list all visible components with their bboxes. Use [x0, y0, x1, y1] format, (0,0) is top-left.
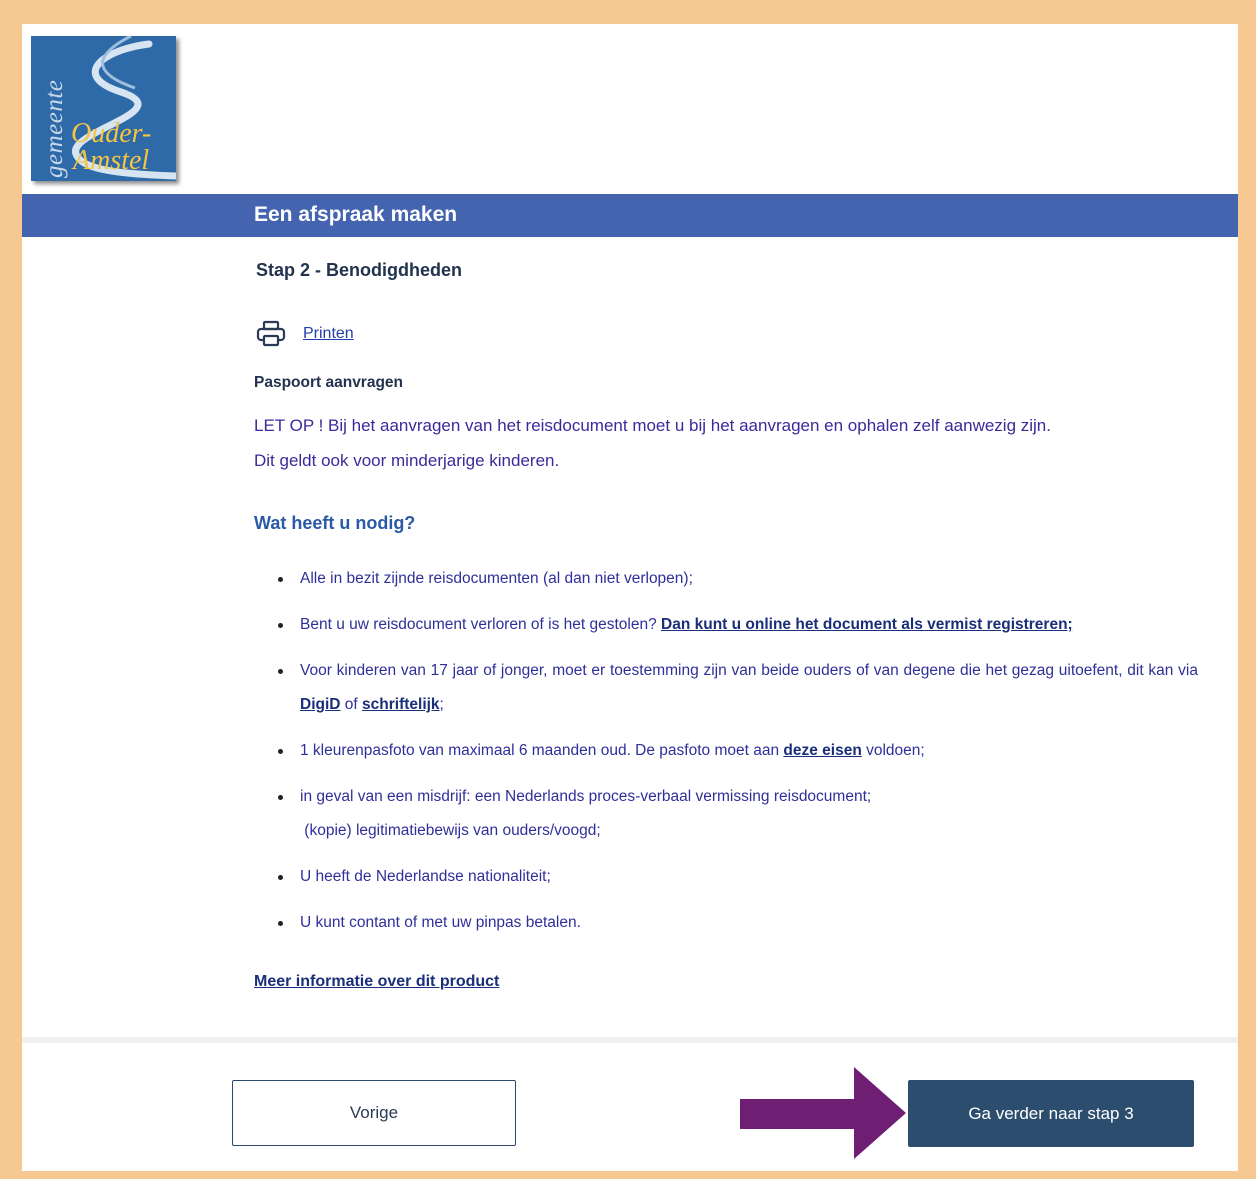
bullet-icon	[278, 875, 283, 880]
list-item-label: Voor kinderen van 17 jaar of jonger, moe…	[300, 662, 1198, 679]
more-info-link[interactable]: Meer informatie over dit product	[254, 973, 499, 991]
list-item-label: of	[340, 696, 363, 713]
municipality-logo[interactable]: gemeente Ouder- Amstel	[31, 36, 176, 181]
header-bar: Een afspraak maken	[22, 194, 1238, 237]
digid-link[interactable]: DigiD	[300, 696, 340, 713]
product-name: Paspoort aanvragen	[254, 374, 404, 391]
report-missing-link[interactable]: Dan kunt u online het document als vermi…	[661, 616, 1073, 633]
list-item: U heeft de Nederlandse nationaliteit;	[278, 860, 1198, 894]
list-item: U kunt contant of met uw pinpas betalen.	[278, 906, 1198, 940]
list-item-text: in geval van een misdrijf: een Nederland…	[300, 788, 872, 805]
page: gemeente Ouder- Amstel Een afspraak make…	[22, 24, 1238, 1171]
bullet-icon	[278, 623, 283, 628]
list-item: Alle in bezit zijnde reisdocumenten (al …	[278, 562, 1198, 596]
annotation-arrow-icon	[740, 1067, 906, 1159]
step-title: Stap 2 - Benodigdheden	[256, 260, 463, 280]
list-item-text: U kunt contant of met uw pinpas betalen.	[300, 914, 581, 931]
bullet-icon	[278, 669, 283, 674]
list-item: Bent u uw reisdocument verloren of is he…	[278, 608, 1198, 642]
logo-name-line2: Amstel	[73, 145, 150, 176]
list-item-label: Bent u uw reisdocument verloren of is he…	[300, 616, 662, 633]
bullet-icon	[278, 921, 283, 926]
list-item-text: 1 kleurenpasfoto van maximaal 6 maanden …	[278, 734, 1198, 768]
notice-line1: LET OP ! Bij het aanvragen van het reisd…	[254, 416, 1051, 435]
logo-word-gemeente: gemeente	[41, 79, 68, 178]
list-item-text: U heeft de Nederlandse nationaliteit;	[300, 868, 551, 885]
divider	[22, 1037, 1238, 1043]
print-link[interactable]: Printen	[303, 325, 354, 343]
written-consent-link[interactable]: schriftelijk	[362, 696, 440, 713]
logo-name-line1: Ouder-	[71, 118, 152, 149]
list-item-text: Voor kinderen van 17 jaar of jonger, moe…	[278, 654, 1198, 722]
list-item: Voor kinderen van 17 jaar of jonger, moe…	[278, 654, 1198, 722]
previous-button[interactable]: Vorige	[232, 1080, 516, 1146]
list-item-text: Bent u uw reisdocument verloren of is he…	[278, 608, 1198, 642]
photo-requirements-link[interactable]: deze eisen	[783, 742, 861, 759]
requirements-heading: Wat heeft u nodig?	[254, 513, 416, 533]
list-item-label: voldoen;	[861, 742, 925, 759]
page-title: Een afspraak maken	[254, 203, 458, 226]
logo-name: Ouder- Amstel	[71, 118, 152, 176]
list-item: in geval van een misdrijf: een Nederland…	[278, 780, 1198, 848]
next-step-button[interactable]: Ga verder naar stap 3	[908, 1080, 1194, 1147]
bullet-icon	[278, 749, 283, 754]
bullet-icon	[278, 795, 283, 800]
printer-icon[interactable]	[256, 320, 286, 348]
list-item-text: Alle in bezit zijnde reisdocumenten (al …	[300, 570, 693, 587]
list-item-label: ;	[439, 696, 444, 713]
list-item-text: (kopie) legitimatiebewijs van ouders/voo…	[300, 822, 601, 839]
notice: LET OP ! Bij het aanvragen van het reisd…	[254, 408, 1204, 478]
list-item-label: 1 kleurenpasfoto van maximaal 6 maanden …	[300, 742, 784, 759]
notice-line2: Dit geldt ook voor minderjarige kinderen…	[254, 451, 560, 470]
list-item: 1 kleurenpasfoto van maximaal 6 maanden …	[278, 734, 1198, 768]
print-row: Printen	[256, 320, 354, 348]
bullet-icon	[278, 577, 283, 582]
